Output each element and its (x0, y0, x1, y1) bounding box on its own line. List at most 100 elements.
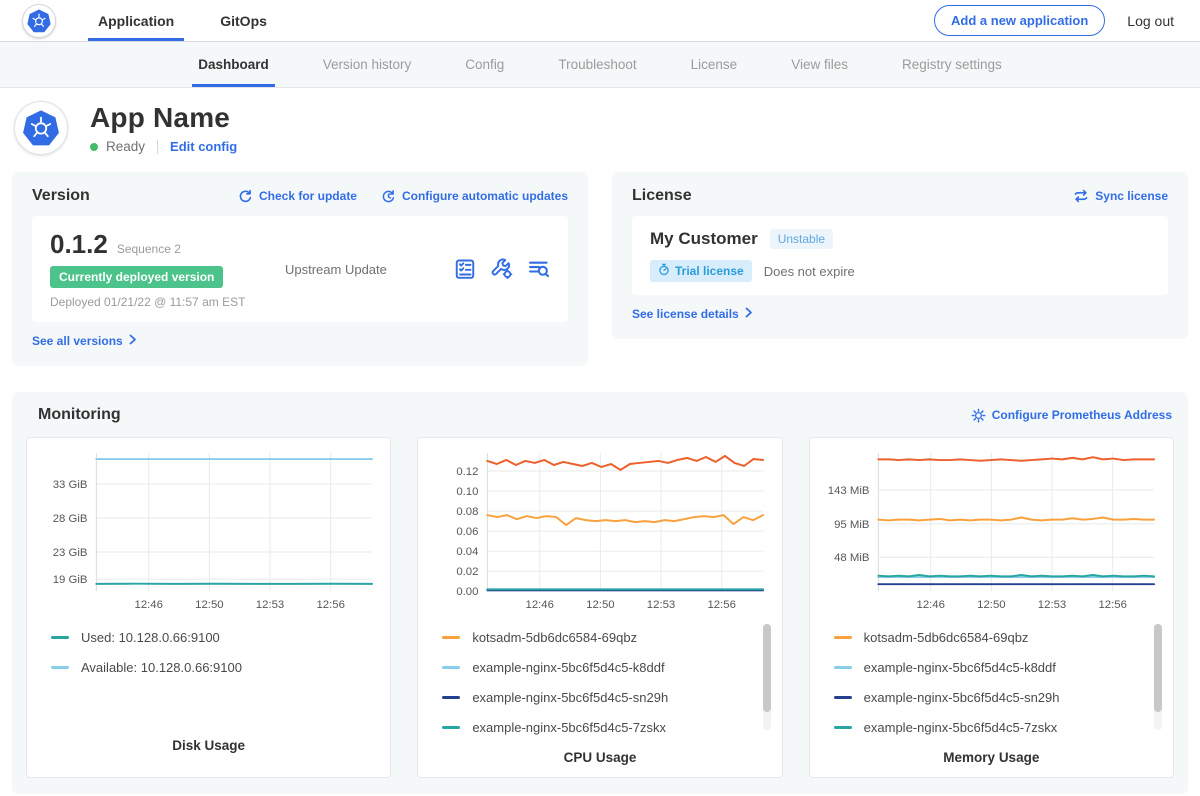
svg-text:12:46: 12:46 (917, 599, 945, 611)
log-out-link[interactable]: Log out (1127, 13, 1174, 29)
svg-text:28 GiB: 28 GiB (52, 513, 87, 525)
app-header: App Name Ready Edit config (0, 88, 1200, 172)
monitoring-card: Monitoring Configure Prometheus Address … (12, 392, 1188, 794)
legend-label: example-nginx-5bc6f5d4c5-sn29h (864, 690, 1060, 705)
configure-prometheus-label: Configure Prometheus Address (992, 408, 1172, 422)
clock-refresh-icon (381, 189, 396, 204)
legend-label: Available: 10.128.0.66:9100 (81, 660, 242, 675)
customer-name: My Customer (650, 229, 758, 249)
legend-label: example-nginx-5bc6f5d4c5-k8ddf (472, 660, 664, 675)
tab-registry-settings[interactable]: Registry settings (902, 42, 1002, 87)
legend-item: example-nginx-5bc6f5d4c5-7zskx (834, 720, 1147, 735)
chevron-right-icon (129, 334, 137, 348)
chart-title: CPU Usage (426, 750, 773, 765)
wrench-gear-icon[interactable] (491, 258, 513, 280)
chart-legend: Used: 10.128.0.66:9100 Available: 10.128.… (35, 618, 382, 734)
currently-deployed-badge: Currently deployed version (50, 266, 223, 288)
svg-text:0.04: 0.04 (456, 546, 478, 558)
channel-badge: Unstable (770, 229, 833, 249)
svg-text:12:50: 12:50 (977, 599, 1005, 611)
svg-text:0.10: 0.10 (456, 486, 478, 498)
svg-text:12:56: 12:56 (316, 599, 344, 611)
gear-icon (971, 408, 986, 423)
legend-item: example-nginx-5bc6f5d4c5-sn29h (442, 690, 755, 705)
see-license-details-link[interactable]: See license details (632, 307, 753, 321)
topnav-tabs: Application GitOps (88, 0, 303, 41)
svg-text:12:56: 12:56 (1099, 599, 1127, 611)
chart-card-disk-usage: 12:4612:5012:5312:5633 GiB28 GiB23 GiB19… (26, 437, 391, 778)
see-license-details-label: See license details (632, 307, 739, 321)
svg-text:23 GiB: 23 GiB (52, 547, 87, 559)
top-nav: Application GitOps Add a new application… (0, 0, 1200, 42)
charts-row: 12:4612:5012:5312:5633 GiB28 GiB23 GiB19… (26, 437, 1174, 778)
svg-text:12:53: 12:53 (647, 599, 675, 611)
legend-item: example-nginx-5bc6f5d4c5-k8ddf (834, 660, 1147, 675)
tab-gitops[interactable]: GitOps (210, 0, 277, 41)
chart-legend: kotsadm-5db6dc6584-69qbz example-nginx-5b… (426, 618, 773, 735)
sync-license-label: Sync license (1095, 189, 1168, 203)
license-panel: My Customer Unstable Trial license (632, 216, 1168, 295)
kubernetes-logo-icon (26, 8, 52, 34)
legend-scrollbar-thumb[interactable] (763, 624, 771, 712)
chart-legend: kotsadm-5db6dc6584-69qbz example-nginx-5b… (818, 618, 1165, 735)
kubernetes-logo[interactable] (22, 4, 56, 38)
svg-text:143 MiB: 143 MiB (828, 485, 870, 497)
check-for-update-link[interactable]: Check for update (238, 189, 357, 204)
legend-item: Used: 10.128.0.66:9100 (51, 630, 364, 645)
tab-license[interactable]: License (691, 42, 738, 87)
add-a-new-application-button[interactable]: Add a new application (934, 5, 1105, 36)
legend-item: kotsadm-5db6dc6584-69qbz (442, 630, 755, 645)
legend-swatch (442, 696, 460, 699)
tab-application[interactable]: Application (88, 0, 184, 41)
license-expiry: Does not expire (764, 264, 855, 279)
legend-swatch (834, 636, 852, 639)
legend-scrollbar-track[interactable] (763, 624, 771, 730)
trial-license-label: Trial license (675, 264, 744, 278)
see-all-versions-link[interactable]: See all versions (32, 334, 137, 348)
version-card-title: Version (32, 187, 238, 205)
chart-title: Memory Usage (818, 750, 1165, 765)
divider (157, 140, 158, 154)
legend-label: kotsadm-5db6dc6584-69qbz (472, 630, 637, 645)
deployed-timestamp: Deployed 01/21/22 @ 11:57 am EST (50, 295, 285, 309)
checklist-icon[interactable] (454, 258, 476, 280)
cards-row: Version Check for update (0, 172, 1200, 366)
tab-view-files[interactable]: View files (791, 42, 848, 87)
monitoring-header: Monitoring Configure Prometheus Address (38, 406, 1172, 424)
svg-text:0.12: 0.12 (456, 466, 478, 478)
configure-automatic-updates-link[interactable]: Configure automatic updates (381, 189, 568, 204)
chart-card-cpu-usage: 12:4612:5012:5312:560.120.100.080.060.04… (417, 437, 782, 778)
license-card: License Sync license My (612, 172, 1188, 339)
chart-plot-memory-usage: 12:4612:5012:5312:56143 MiB95 MiB48 MiB (823, 446, 1159, 618)
app-status-row: Ready Edit config (90, 139, 237, 154)
legend-item: example-nginx-5bc6f5d4c5-sn29h (834, 690, 1147, 705)
svg-text:12:53: 12:53 (255, 599, 283, 611)
legend-swatch (834, 666, 852, 669)
version-sequence: Sequence 2 (117, 242, 181, 256)
legend-swatch (51, 666, 69, 669)
sync-license-link[interactable]: Sync license (1073, 189, 1168, 203)
tab-version-history[interactable]: Version history (323, 42, 412, 87)
edit-config-link[interactable]: Edit config (170, 139, 237, 154)
refresh-icon (238, 189, 253, 204)
tab-troubleshoot[interactable]: Troubleshoot (558, 42, 636, 87)
file-search-icon[interactable] (528, 258, 550, 280)
legend-item: kotsadm-5db6dc6584-69qbz (834, 630, 1147, 645)
configure-prometheus-link[interactable]: Configure Prometheus Address (971, 408, 1172, 423)
status-badge: Ready (106, 139, 145, 154)
svg-text:95 MiB: 95 MiB (834, 519, 869, 531)
kubernetes-app-icon (21, 108, 61, 148)
legend-scrollbar-track[interactable] (1154, 624, 1162, 730)
tab-dashboard[interactable]: Dashboard (198, 42, 269, 87)
svg-text:33 GiB: 33 GiB (52, 479, 87, 491)
current-version-panel: 0.1.2 Sequence 2 Currently deployed vers… (32, 216, 568, 322)
legend-scrollbar-thumb[interactable] (1154, 624, 1162, 712)
configure-automatic-updates-label: Configure automatic updates (402, 189, 568, 203)
check-for-update-label: Check for update (259, 189, 357, 203)
legend-label: kotsadm-5db6dc6584-69qbz (864, 630, 1029, 645)
tab-config[interactable]: Config (465, 42, 504, 87)
svg-text:0.08: 0.08 (456, 506, 478, 518)
version-number: 0.1.2 (50, 229, 108, 260)
chevron-right-icon (745, 307, 753, 321)
legend-swatch (442, 666, 460, 669)
